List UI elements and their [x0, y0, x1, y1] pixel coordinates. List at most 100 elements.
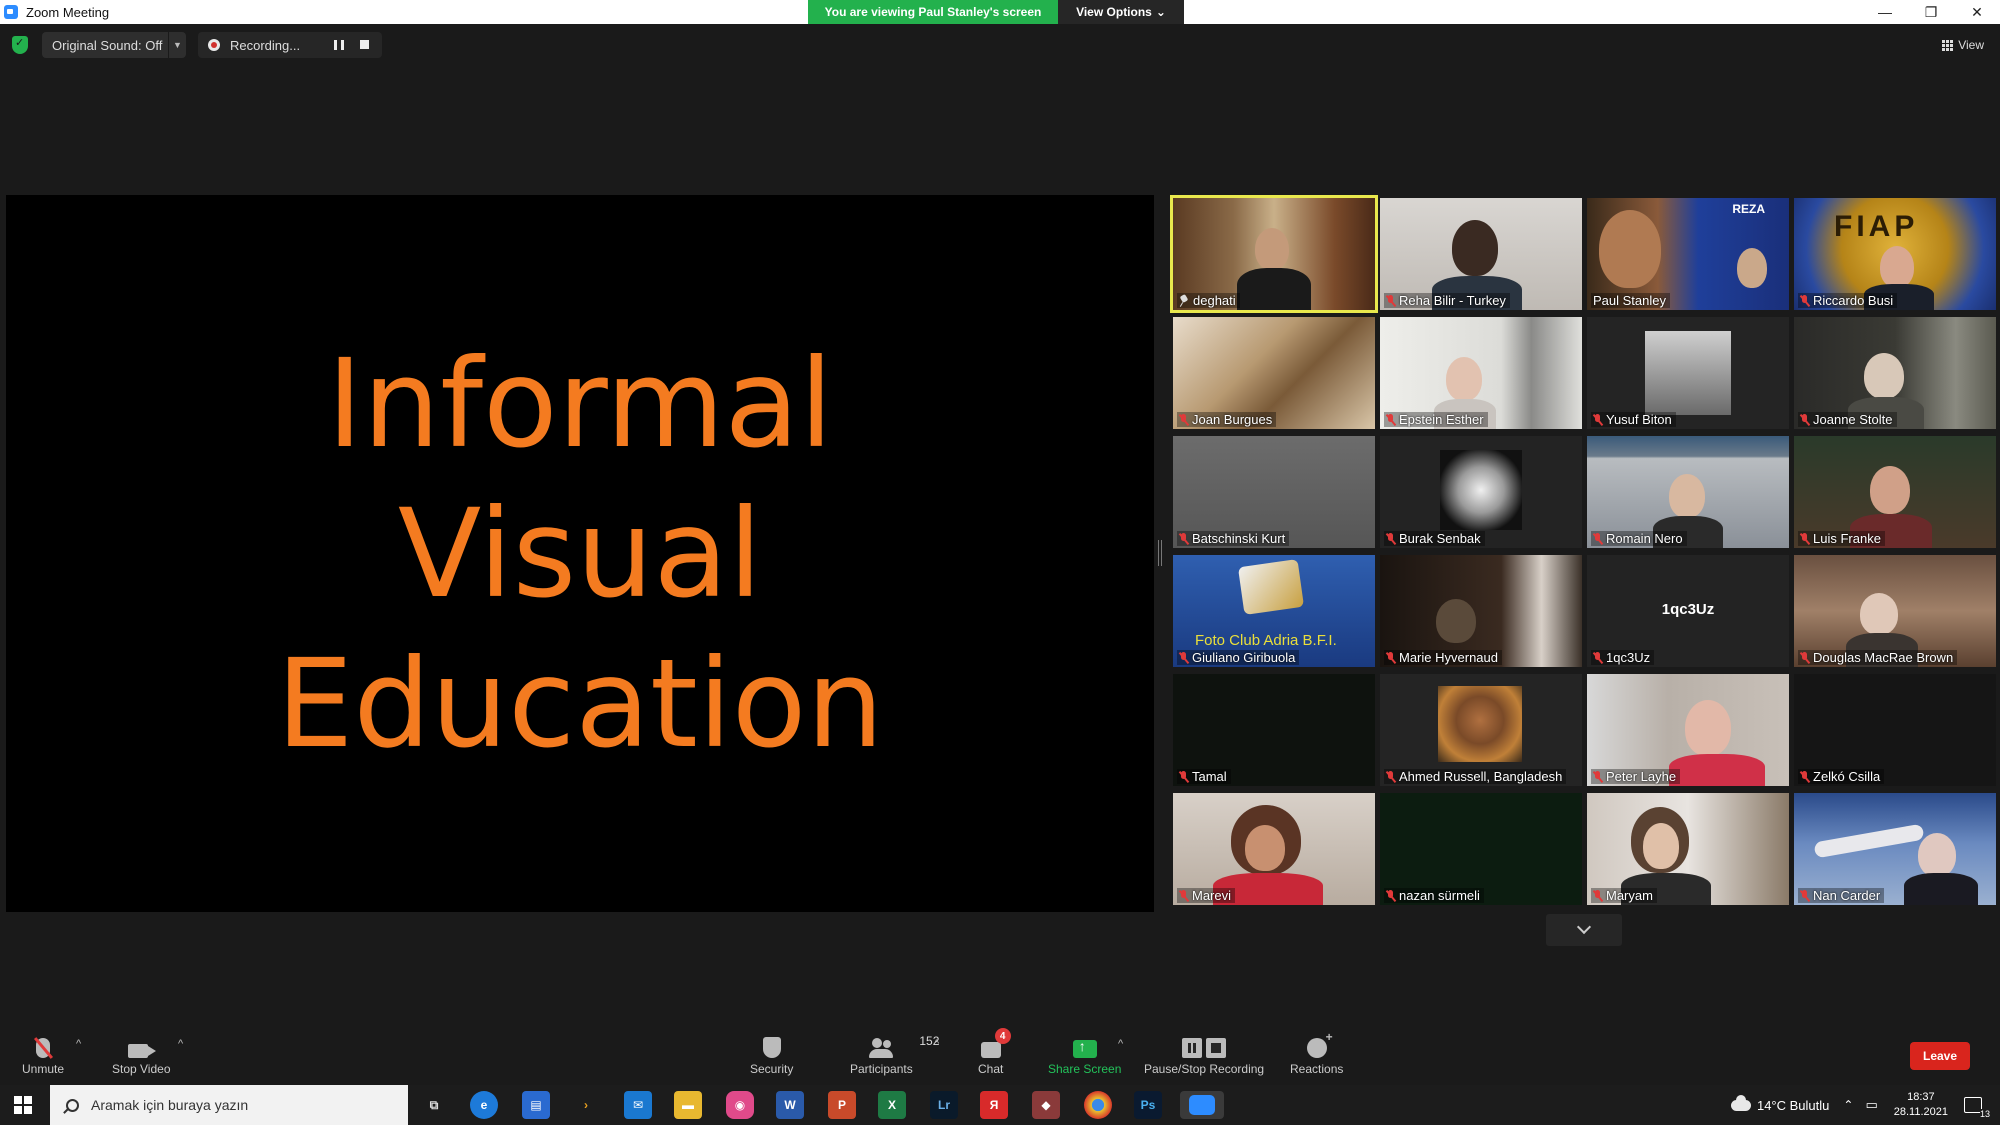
participants-options-caret-icon[interactable]: ^	[934, 1038, 939, 1050]
word-icon[interactable]: W	[776, 1091, 804, 1119]
share-screen-button[interactable]: Share Screen	[1048, 1032, 1121, 1076]
tray-chevron-up-icon[interactable]: ⌃	[1843, 1098, 1853, 1112]
next-page-button[interactable]	[1546, 914, 1622, 946]
stop-video-button[interactable]: Stop Video	[112, 1032, 171, 1076]
participant-tile[interactable]: REZA Paul Stanley	[1587, 198, 1789, 310]
participant-tile[interactable]: Batschinski Kurt	[1173, 436, 1375, 548]
muted-mic-icon	[1179, 413, 1188, 426]
search-icon	[66, 1098, 79, 1112]
file-explorer-icon[interactable]: ▬	[674, 1091, 702, 1119]
chat-button[interactable]: 4 Chat	[978, 1028, 1011, 1076]
notification-center-icon[interactable]: 13	[1964, 1097, 1990, 1119]
participants-button[interactable]: 152 Participants	[850, 1032, 939, 1076]
muted-mic-icon	[1593, 651, 1602, 664]
security-button[interactable]: Security	[750, 1032, 793, 1076]
participant-name: Peter Layhe	[1606, 769, 1677, 784]
recording-indicator: Recording...	[198, 32, 382, 58]
participant-tile[interactable]: Joanne Stolte	[1794, 317, 1996, 429]
muted-mic-icon	[1386, 532, 1395, 545]
participant-tile[interactable]: Reha Bilir - Turkey	[1380, 198, 1582, 310]
stop-recording-icon[interactable]	[360, 40, 369, 49]
muted-mic-icon	[1593, 770, 1602, 783]
mail-icon[interactable]: ✉	[624, 1091, 652, 1119]
pause-stop-recording-button[interactable]: Pause/Stop Recording	[1144, 1032, 1264, 1076]
muted-mic-icon	[1800, 770, 1809, 783]
participant-tile[interactable]: Douglas MacRae Brown	[1794, 555, 1996, 667]
chrome-icon[interactable]	[1084, 1091, 1112, 1119]
view-button[interactable]: View	[1942, 38, 1984, 52]
participant-tile[interactable]: deghati	[1170, 195, 1378, 313]
share-options-caret-icon[interactable]: ^	[1118, 1038, 1123, 1050]
muted-mic-icon	[1800, 532, 1809, 545]
participant-name: 1qc3Uz	[1606, 650, 1651, 665]
participant-name: Maryam	[1606, 888, 1653, 903]
edge-icon[interactable]: e	[470, 1091, 498, 1119]
meeting-topbar: Original Sound: Off ▼ Recording... View	[0, 30, 2000, 60]
participant-tile[interactable]: Joan Burgues	[1173, 317, 1375, 429]
participant-tile[interactable]: Foto Club Adria B.F.I. Giuliano Giribuol…	[1173, 555, 1375, 667]
store-icon[interactable]: ▤	[522, 1091, 550, 1119]
close-button[interactable]: ✕	[1954, 0, 2000, 24]
participant-tile[interactable]: nazan sürmeli	[1380, 793, 1582, 905]
participant-tile[interactable]: Epstein Esther	[1380, 317, 1582, 429]
restore-button[interactable]: ❐	[1908, 0, 1954, 24]
share-screen-icon	[1072, 1038, 1097, 1058]
task-view-icon[interactable]: ⧉	[420, 1091, 448, 1119]
participant-tile[interactable]: Zelkó Csilla	[1794, 674, 1996, 786]
reza-overlay-text: REZA	[1732, 202, 1765, 216]
app-icon[interactable]: ◆	[1032, 1091, 1060, 1119]
taskbar-clock[interactable]: 18:37 28.11.2021	[1894, 1090, 1948, 1120]
pause-recording-icon[interactable]	[334, 40, 344, 50]
weather-text[interactable]: 14°C Bulutlu	[1757, 1098, 1829, 1113]
participant-tile[interactable]: 1qc3Uz 1qc3Uz	[1587, 555, 1789, 667]
participant-tile[interactable]: Nan Carder	[1794, 793, 1996, 905]
participant-tile[interactable]: Marie Hyvernaud	[1380, 555, 1582, 667]
participant-tile[interactable]: Peter Layhe	[1587, 674, 1789, 786]
chevron-down-icon[interactable]: ▼	[168, 32, 186, 58]
zoom-taskbar-icon[interactable]	[1180, 1091, 1224, 1119]
view-options-label: View Options	[1076, 5, 1152, 19]
unmute-button[interactable]: Unmute	[22, 1032, 64, 1076]
leave-button[interactable]: Leave	[1910, 1042, 1970, 1070]
yandex-icon[interactable]: Я	[980, 1091, 1008, 1119]
participant-tile[interactable]: FIAP Riccardo Busi	[1794, 198, 1996, 310]
system-tray: 14°C Bulutlu ⌃ ▭ 18:37 28.11.2021 13	[1730, 1085, 2000, 1125]
participant-tile[interactable]: Burak Senbak	[1380, 436, 1582, 548]
participant-tile[interactable]: Romain Nero	[1587, 436, 1789, 548]
reactions-label: Reactions	[1290, 1062, 1344, 1076]
participant-name: Zelkó Csilla	[1813, 769, 1881, 784]
participant-tile[interactable]: Tamal	[1173, 674, 1375, 786]
minimize-button[interactable]: —	[1862, 0, 1908, 24]
participant-name: Nan Carder	[1813, 888, 1881, 903]
panel-resize-handle[interactable]	[1158, 540, 1162, 566]
network-icon[interactable]: ▭	[1865, 1097, 1877, 1113]
photos-icon[interactable]: ◉	[726, 1091, 754, 1119]
participant-tile[interactable]: Luis Franke	[1794, 436, 1996, 548]
windows-start-icon[interactable]	[14, 1096, 32, 1114]
encryption-shield-icon[interactable]	[12, 36, 28, 54]
meeting-toolbar: Unmute ^ Stop Video ^ Security 152 Parti…	[0, 1020, 2000, 1084]
taskbar-search[interactable]: Aramak için buraya yazın	[50, 1085, 408, 1125]
participant-tile[interactable]: Ahmed Russell, Bangladesh	[1380, 674, 1582, 786]
record-icon	[208, 39, 220, 51]
muted-mic-icon	[1800, 651, 1809, 664]
excel-icon[interactable]: X	[878, 1091, 906, 1119]
participant-tile[interactable]: Marevi	[1173, 793, 1375, 905]
muted-mic-icon	[1179, 770, 1188, 783]
photoshop-icon[interactable]: Ps	[1134, 1091, 1162, 1119]
lightroom-icon[interactable]: Lr	[930, 1091, 958, 1119]
participant-tile[interactable]: Yusuf Biton	[1587, 317, 1789, 429]
participant-tile[interactable]: Maryam	[1587, 793, 1789, 905]
more-apps-icon[interactable]: ›	[572, 1091, 600, 1119]
video-options-caret-icon[interactable]: ^	[178, 1038, 183, 1050]
recording-label: Recording...	[230, 37, 301, 53]
original-sound-button[interactable]: Original Sound: Off ▼	[42, 32, 186, 58]
reactions-button[interactable]: Reactions	[1290, 1030, 1344, 1076]
windows-taskbar: Aramak için buraya yazın ⧉ e ▤ › ✉ ▬ ◉ W…	[0, 1085, 2000, 1125]
powerpoint-icon[interactable]: P	[828, 1091, 856, 1119]
chat-unread-badge: 4	[994, 1028, 1011, 1044]
pause-stop-recording-label: Pause/Stop Recording	[1144, 1062, 1265, 1076]
view-options-button[interactable]: View Options ⌄	[1058, 0, 1184, 24]
audio-options-caret-icon[interactable]: ^	[76, 1038, 81, 1050]
participant-name: Marevi	[1192, 888, 1232, 903]
